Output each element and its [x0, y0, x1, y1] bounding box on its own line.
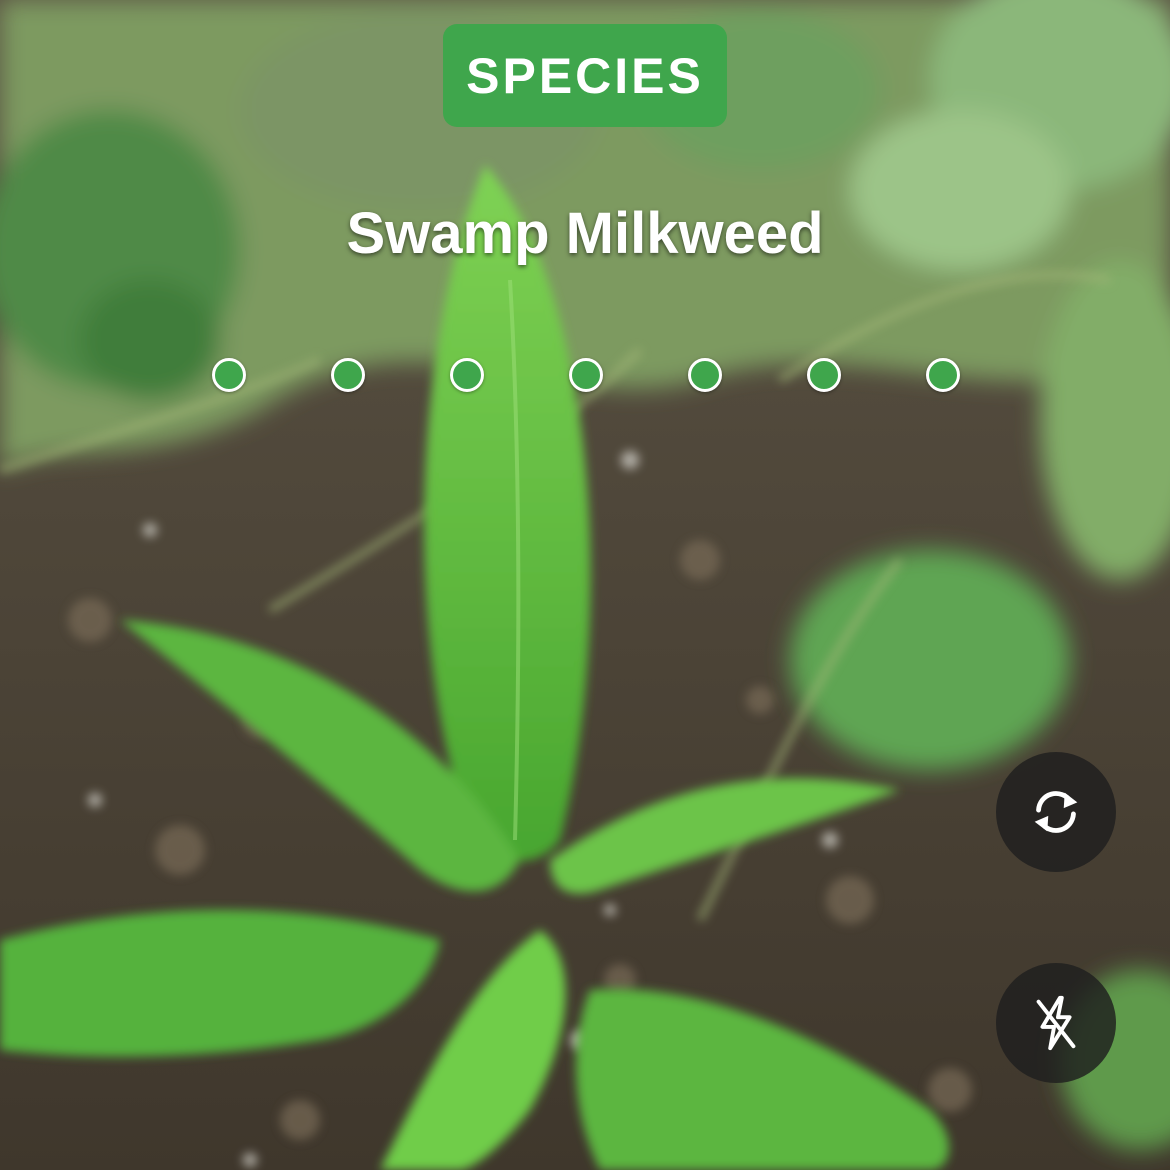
rank-progress-dots	[0, 358, 1170, 394]
rank-dot	[331, 358, 365, 392]
rank-label: SPECIES	[466, 47, 704, 104]
flash-off-icon	[1036, 995, 1076, 1051]
rank-dot	[807, 358, 841, 392]
species-name: Swamp Milkweed	[346, 201, 824, 266]
rank-dot	[688, 358, 722, 392]
flash-toggle-button[interactable]	[996, 963, 1116, 1083]
plant-photo	[0, 0, 1170, 1170]
flip-camera-button[interactable]	[996, 752, 1116, 872]
camera-preview	[0, 0, 1170, 1170]
rank-badge: SPECIES	[443, 24, 727, 127]
rank-dot	[926, 358, 960, 392]
rank-dot	[450, 358, 484, 392]
rotate-camera-icon	[1034, 791, 1078, 833]
rank-dot	[569, 358, 603, 392]
rank-dot	[212, 358, 246, 392]
